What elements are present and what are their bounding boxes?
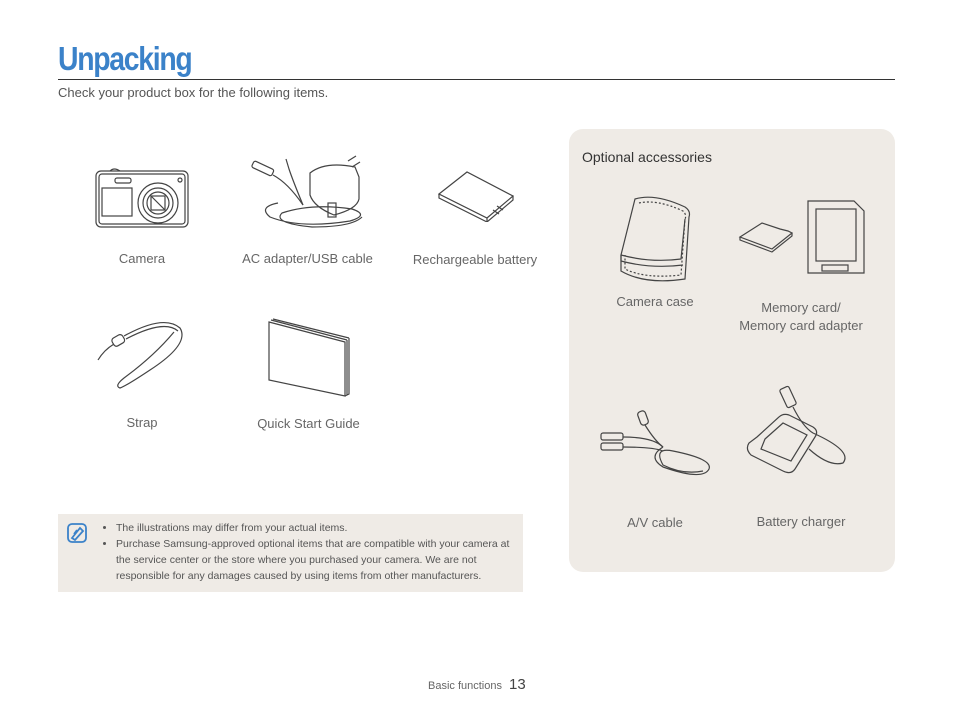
note-bullet: Purchase Samsung-approved optional items…	[116, 536, 521, 584]
item-label: Quick Start Guide	[257, 416, 360, 431]
camera-icon	[95, 168, 189, 228]
item-label: Battery charger	[756, 514, 846, 529]
note-icon	[67, 523, 87, 543]
page-footer: Basic functions 13	[428, 676, 526, 693]
optional-item-memory-card: Memory card/ Memory card adapter	[730, 197, 872, 335]
item-label: A/V cable	[627, 515, 683, 530]
battery-charger-icon	[746, 385, 846, 474]
item-label: Camera	[118, 251, 166, 266]
item-label: AC adapter/USB cable	[242, 251, 373, 266]
box-item-ac-adapter: AC adapter/USB cable	[230, 155, 385, 268]
item-label-line: Memory card/	[761, 300, 841, 315]
page-title: Unpacking	[58, 40, 193, 77]
camera-case-icon	[620, 196, 691, 282]
av-cable-icon	[600, 410, 710, 476]
optional-item-battery-charger: Battery charger	[735, 383, 867, 531]
page-subtitle: Check your product box for the following…	[58, 85, 329, 100]
footer-section: Basic functions	[428, 680, 502, 692]
title-divider	[58, 79, 895, 80]
page-number: 13	[509, 676, 526, 693]
note-bullet: The illustrations may differ from your a…	[116, 520, 521, 536]
note-list: The illustrations may differ from your a…	[104, 520, 521, 584]
memory-card-icon	[738, 200, 865, 274]
box-item-camera: Camera	[82, 163, 202, 268]
guide-icon	[267, 318, 350, 397]
item-label: Rechargeable battery	[412, 252, 538, 267]
item-label: Strap	[126, 415, 158, 430]
item-label: Camera case	[616, 294, 694, 309]
item-label: Memory card/ Memory card adapter	[730, 299, 872, 335]
optional-accessories-title: Optional accessories	[582, 149, 712, 165]
strap-icon	[97, 321, 183, 389]
battery-icon	[437, 171, 515, 222]
box-item-strap: Strap	[82, 318, 202, 432]
item-label-line: Memory card adapter	[739, 318, 863, 333]
note-box: The illustrations may differ from your a…	[58, 514, 523, 592]
ac-adapter-icon	[250, 155, 362, 228]
optional-item-camera-case: Camera case	[600, 193, 710, 311]
optional-item-av-cable: A/V cable	[590, 407, 720, 532]
box-item-quick-start-guide: Quick Start Guide	[236, 318, 381, 433]
box-item-battery: Rechargeable battery	[405, 170, 545, 269]
